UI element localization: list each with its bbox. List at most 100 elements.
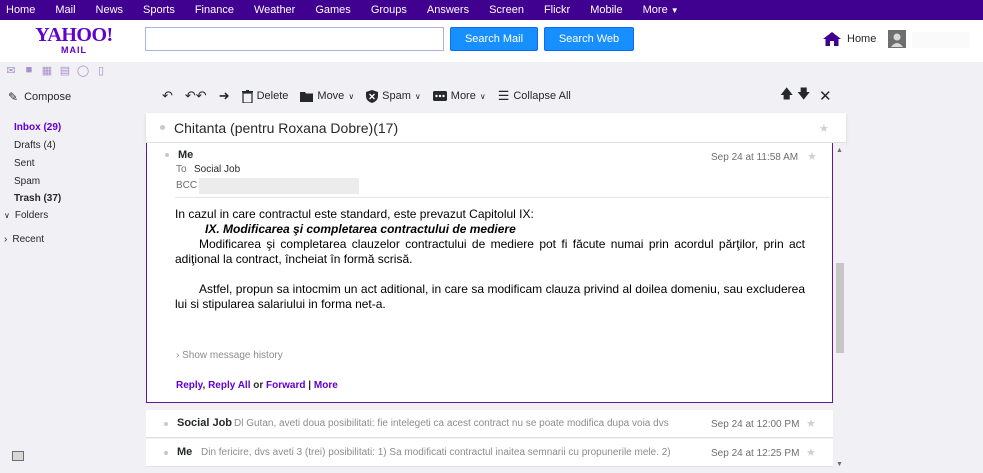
delete-button[interactable]: Delete: [236, 82, 295, 110]
search-web-button[interactable]: Search Web: [544, 27, 634, 51]
image-icon[interactable]: [12, 451, 24, 461]
notepad-icon[interactable]: ▤: [59, 64, 71, 77]
avatar[interactable]: [888, 30, 906, 48]
nav-finance[interactable]: Finance: [185, 0, 244, 20]
forward-button[interactable]: ➜: [213, 82, 236, 110]
nav-more[interactable]: More ▼: [633, 0, 689, 20]
collapse-all-button[interactable]: ☰ Collapse All: [492, 82, 577, 110]
logo-wordmark: YAHOO!: [35, 24, 113, 46]
message-date: Sep 24 at 12:00 PM: [711, 419, 800, 430]
sidebar-item-drafts[interactable]: Drafts (4): [14, 140, 56, 151]
star-icon[interactable]: ★: [806, 417, 816, 430]
more-link[interactable]: More: [314, 380, 338, 391]
nav-mail[interactable]: Mail: [45, 0, 85, 20]
nav-mobile[interactable]: Mobile: [580, 0, 632, 20]
scroll-thumb[interactable]: [836, 263, 844, 353]
chevron-down-icon: ∨: [348, 91, 355, 101]
home-link[interactable]: Home: [823, 32, 876, 46]
message-snippet: Din fericire, dvs aveti 3 (trei) posibil…: [201, 447, 671, 458]
nav-flickr[interactable]: Flickr: [534, 0, 580, 20]
search-mail-button[interactable]: Search Mail: [450, 27, 538, 51]
chevron-down-icon: ∨: [414, 91, 421, 101]
list-item[interactable]: Social Job Dl Gutan, aveti doua posibili…: [146, 410, 833, 438]
close-button[interactable]: ✕: [819, 82, 832, 110]
message-body: In cazul in care contractul este standar…: [175, 207, 805, 312]
chevron-down-icon: ∨: [4, 211, 10, 220]
reply-all-link[interactable]: Reply All: [208, 380, 250, 391]
conversation-thread: Me To Social Job BCC Sep 24 at 11:58 AM …: [146, 143, 846, 473]
scroll-down-icon[interactable]: ▼: [836, 461, 843, 468]
recent-toggle[interactable]: › Recent: [4, 234, 44, 245]
search-input[interactable]: [145, 27, 444, 51]
reply-icon: ↶: [162, 88, 173, 103]
nav-answers[interactable]: Answers: [417, 0, 479, 20]
reply-all-icon: ↶↶: [184, 88, 207, 103]
message-date: Sep 24 at 11:58 AM: [711, 152, 799, 163]
nav-screen[interactable]: Screen: [479, 0, 534, 20]
header: YAHOO! MAIL Search Mail Search Web Home: [0, 20, 983, 62]
profile-name[interactable]: [912, 32, 970, 48]
star-icon[interactable]: ★: [819, 122, 829, 135]
nav-weather[interactable]: Weather: [244, 0, 305, 20]
recent-toggle-label: Recent: [12, 234, 45, 245]
nav-home[interactable]: Home: [0, 0, 45, 20]
arrow-down-icon: 🡇: [797, 86, 811, 101]
contacts-icon[interactable]: ■: [23, 64, 35, 76]
folders-toggle[interactable]: ∨ Folders: [4, 210, 48, 221]
nav-groups[interactable]: Groups: [361, 0, 417, 20]
collapse-all-label: Collapse All: [513, 90, 571, 102]
move-button[interactable]: Move ∨: [294, 82, 360, 110]
list-item[interactable]: Me Din fericire, dvs aveti 3 (trei) posi…: [146, 439, 833, 467]
reply-link[interactable]: Reply: [176, 380, 203, 391]
show-history-label: Show message history: [182, 350, 283, 361]
nav-games[interactable]: Games: [305, 0, 360, 20]
home-label: Home: [847, 33, 877, 45]
show-history-link[interactable]: › Show message history: [176, 350, 283, 361]
nav-sports[interactable]: Sports: [133, 0, 185, 20]
compose-button[interactable]: ✎ Compose: [8, 90, 71, 104]
mail-icon[interactable]: ✉: [5, 64, 17, 77]
spam-button[interactable]: Spam ∨: [360, 82, 427, 110]
messenger-icon[interactable]: ◯: [77, 64, 89, 77]
pencil-icon: ✎: [8, 90, 19, 104]
shield-icon: [366, 89, 379, 103]
top-nav-bar: Home Mail News Sports Finance Weather Ga…: [0, 0, 983, 20]
to-label: To: [176, 164, 187, 175]
bcc-recipients: [199, 178, 359, 194]
reply-all-button[interactable]: ↶↶: [179, 82, 213, 110]
thread-scrollbar[interactable]: ▲ ▼: [834, 143, 846, 473]
next-message-button[interactable]: 🡇: [797, 82, 810, 110]
folder-icon: [300, 91, 314, 102]
conversation-subject: Chitanta (pentru Roxana Dobre)(17): [174, 120, 399, 136]
message-snippet: Dl Gutan, aveti doua posibilitati: fie i…: [234, 418, 669, 429]
app-switcher-bar: ✉ ■ ▦ ▤ ◯ ▯: [0, 62, 150, 78]
more-label: More: [450, 90, 476, 102]
chevron-right-icon: ›: [4, 234, 8, 245]
star-icon[interactable]: ★: [806, 446, 816, 459]
star-icon[interactable]: ★: [807, 150, 817, 163]
body-paragraph: Modificarea şi completarea clauzelor con…: [175, 237, 805, 266]
sender-name[interactable]: Me: [178, 149, 193, 161]
sidebar: ✎ Compose Inbox (29) Drafts (4) Sent Spa…: [0, 82, 145, 473]
calendar-icon[interactable]: ▦: [41, 64, 53, 77]
arrow-up-icon: 🡅: [780, 86, 794, 101]
recipient-name[interactable]: Social Job: [194, 164, 240, 175]
body-heading: IX. Modificarea şi completarea contractu…: [205, 222, 516, 236]
body-intro: In cazul in care contractul este standar…: [175, 207, 534, 221]
mobile-icon[interactable]: ▯: [95, 64, 107, 77]
scroll-up-icon[interactable]: ▲: [836, 147, 843, 154]
sidebar-item-spam[interactable]: Spam: [14, 176, 40, 187]
reply-button[interactable]: ↶: [146, 82, 179, 110]
sidebar-item-sent[interactable]: Sent: [14, 158, 35, 169]
read-indicator: [164, 451, 168, 455]
more-button[interactable]: More ∨: [427, 82, 492, 110]
move-label: Move: [317, 90, 345, 102]
logo-subtitle: MAIL: [61, 45, 87, 55]
previous-message-button[interactable]: 🡅: [780, 82, 793, 110]
sidebar-item-trash[interactable]: Trash (37): [14, 193, 61, 204]
message-sender: Social Job: [177, 417, 233, 429]
sidebar-item-inbox[interactable]: Inbox (29): [14, 122, 61, 133]
nav-news[interactable]: News: [86, 0, 134, 20]
forward-link[interactable]: Forward: [266, 380, 305, 391]
yahoo-mail-logo[interactable]: YAHOO! MAIL: [34, 25, 114, 55]
